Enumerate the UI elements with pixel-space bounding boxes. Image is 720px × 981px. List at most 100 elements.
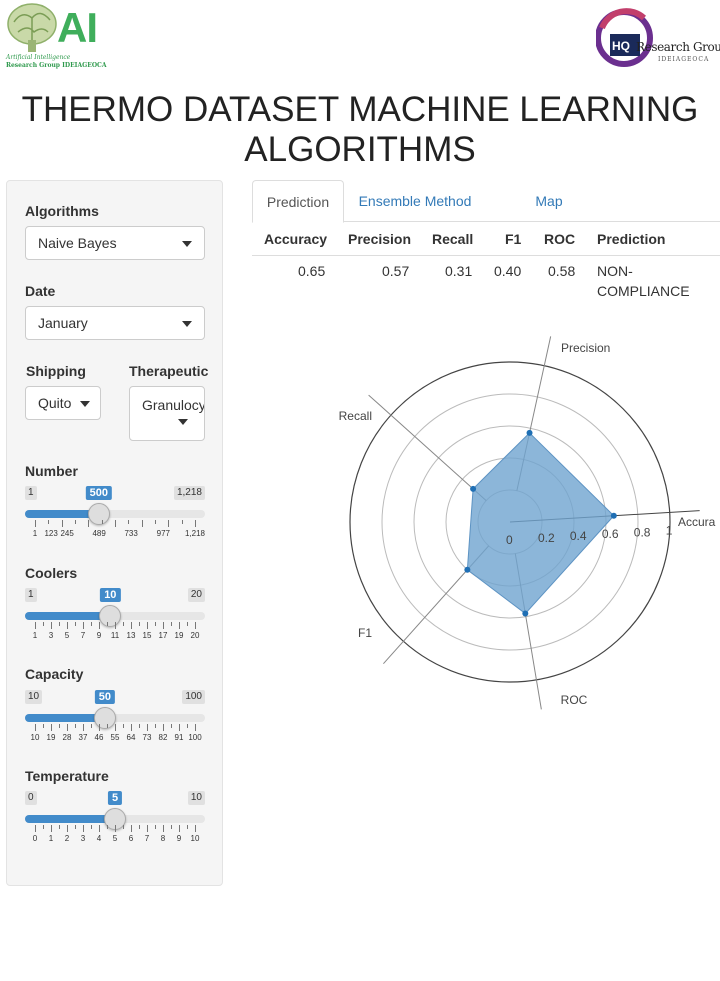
temperature-ticks — [25, 825, 205, 833]
cell-accuracy: 0.65 — [298, 263, 326, 279]
date-selected: January — [38, 315, 88, 331]
caret-down-icon — [178, 419, 188, 425]
cell-f1: 0.40 — [494, 263, 522, 279]
number-ticks — [25, 520, 205, 528]
slider-tick — [163, 825, 164, 832]
coolers-max-label: 20 — [187, 588, 205, 602]
therapeutic-label: Therapeutic — [129, 363, 209, 379]
coolers-tick-label: 17 — [158, 631, 168, 640]
temperature-tick-label: 0 — [32, 834, 38, 843]
number-tick-label: 123 — [44, 529, 58, 538]
tab-map[interactable]: Map — [522, 180, 576, 222]
slider-tick — [61, 520, 63, 527]
slider-tick — [131, 825, 132, 832]
algorithms-label: Algorithms — [25, 203, 99, 219]
capacity-tick-label: 73 — [142, 733, 152, 742]
temperature-tick-label: 8 — [160, 834, 166, 843]
header-precision: Precision — [348, 231, 412, 247]
cell-roc: 0.58 — [548, 263, 576, 279]
coolers-tick-label: 20 — [190, 631, 200, 640]
radar-axis-line — [368, 394, 487, 501]
slider-tick — [107, 622, 108, 626]
capacity-tick-label: 28 — [62, 733, 72, 742]
coolers-tick-label: 7 — [80, 631, 86, 640]
slider-tick — [187, 724, 188, 728]
slider-tick — [43, 622, 44, 626]
capacity-value-label: 50 — [94, 690, 116, 704]
tab-prediction[interactable]: Prediction — [252, 180, 344, 223]
temperature-tick-label: 10 — [190, 834, 200, 843]
slider-tick — [155, 622, 156, 626]
svg-text:HQ: HQ — [612, 39, 630, 53]
slider-tick — [35, 622, 36, 629]
capacity-tick-label: 46 — [94, 733, 104, 742]
number-min-label: 1 — [25, 486, 37, 500]
radar-axis-label-accuracy: Accura — [678, 515, 716, 529]
header-accuracy: Accuracy — [264, 231, 328, 247]
ai-logo-line2: Research Group IDEIAGEOCA — [6, 62, 107, 69]
slider-tick — [59, 724, 60, 728]
capacity-tick-label: 10 — [30, 733, 40, 742]
tab-bar: Prediction Ensemble Method Map — [252, 180, 720, 223]
temperature-tick-label: 4 — [96, 834, 102, 843]
slider-tick — [101, 520, 103, 524]
caret-down-icon — [80, 401, 90, 407]
header-prediction: Prediction — [597, 231, 666, 247]
slider-tick — [171, 825, 172, 829]
research-group-text: Research Group — [636, 40, 720, 54]
temperature-tick-label: 9 — [176, 834, 182, 843]
slider-tick — [83, 825, 84, 832]
date-select[interactable]: January — [25, 306, 205, 340]
caret-down-icon — [182, 321, 192, 327]
slider-tick — [51, 825, 52, 832]
slider-tick — [179, 622, 180, 629]
slider-tick — [168, 520, 170, 527]
coolers-tick-label: 5 — [64, 631, 70, 640]
sidebar-panel: Algorithms Naive Bayes Date January Ship… — [6, 180, 223, 886]
slider-tick — [123, 622, 124, 626]
page-title: THERMO DATASET MACHINE LEARNING ALGORITH… — [21, 90, 699, 169]
capacity-slider[interactable]: 10 100 50 10 19 28 37 46 55 64 73 82 91 100 — [25, 690, 205, 752]
slider-tick — [43, 724, 44, 728]
slider-tick — [91, 825, 92, 829]
temperature-tick-label: 7 — [144, 834, 150, 843]
cell-precision: 0.57 — [382, 263, 410, 279]
caret-down-icon — [182, 241, 192, 247]
header-f1: F1 — [505, 231, 522, 247]
slider-tick — [83, 622, 84, 629]
slider-tick — [195, 520, 196, 527]
slider-tick — [99, 622, 100, 629]
capacity-tick-label: 100 — [188, 733, 202, 742]
slider-tick — [51, 724, 52, 731]
slider-tick — [147, 825, 148, 832]
coolers-tick-label: 11 — [110, 631, 120, 640]
radar-data-point — [610, 512, 617, 519]
slider-tick — [187, 622, 188, 626]
slider-tick — [75, 825, 76, 829]
table-divider — [252, 255, 720, 256]
coolers-fill — [25, 612, 111, 620]
coolers-slider[interactable]: 1 20 10 1 3 5 7 9 11 13 15 17 19 20 — [25, 588, 205, 650]
number-slider[interactable]: 1 1,218 500 1 123 245 489 733 977 1,218 — [25, 486, 205, 548]
slider-tick — [75, 622, 76, 626]
radar-radial-tick-label: 0.8 — [634, 525, 651, 539]
capacity-max-label: 100 — [182, 690, 205, 704]
slider-tick — [128, 520, 130, 524]
slider-tick — [115, 622, 116, 629]
tab-ensemble-method[interactable]: Ensemble Method — [359, 180, 472, 222]
number-value-label: 500 — [85, 486, 112, 500]
slider-tick — [59, 825, 60, 829]
radar-axis-label-roc: ROC — [561, 693, 588, 707]
slider-tick — [35, 825, 36, 832]
slider-tick — [195, 724, 196, 731]
algorithms-select[interactable]: Naive Bayes — [25, 226, 205, 260]
therapeutic-select[interactable]: Granulocy — [129, 386, 205, 441]
radar-chart: 0 0.2 0.4 0.6 0.8 1 Accura Precision Recall F1 ROC — [339, 336, 716, 710]
temperature-tick-label: 6 — [128, 834, 134, 843]
slider-tick — [123, 825, 124, 829]
number-tick-label: 733 — [124, 529, 138, 538]
shipping-select[interactable]: Quito — [25, 386, 101, 420]
temperature-slider[interactable]: 0 10 5 0 1 2 3 4 5 6 7 8 9 10 — [25, 791, 205, 853]
slider-tick — [139, 622, 140, 626]
radar-data-point — [470, 485, 477, 492]
